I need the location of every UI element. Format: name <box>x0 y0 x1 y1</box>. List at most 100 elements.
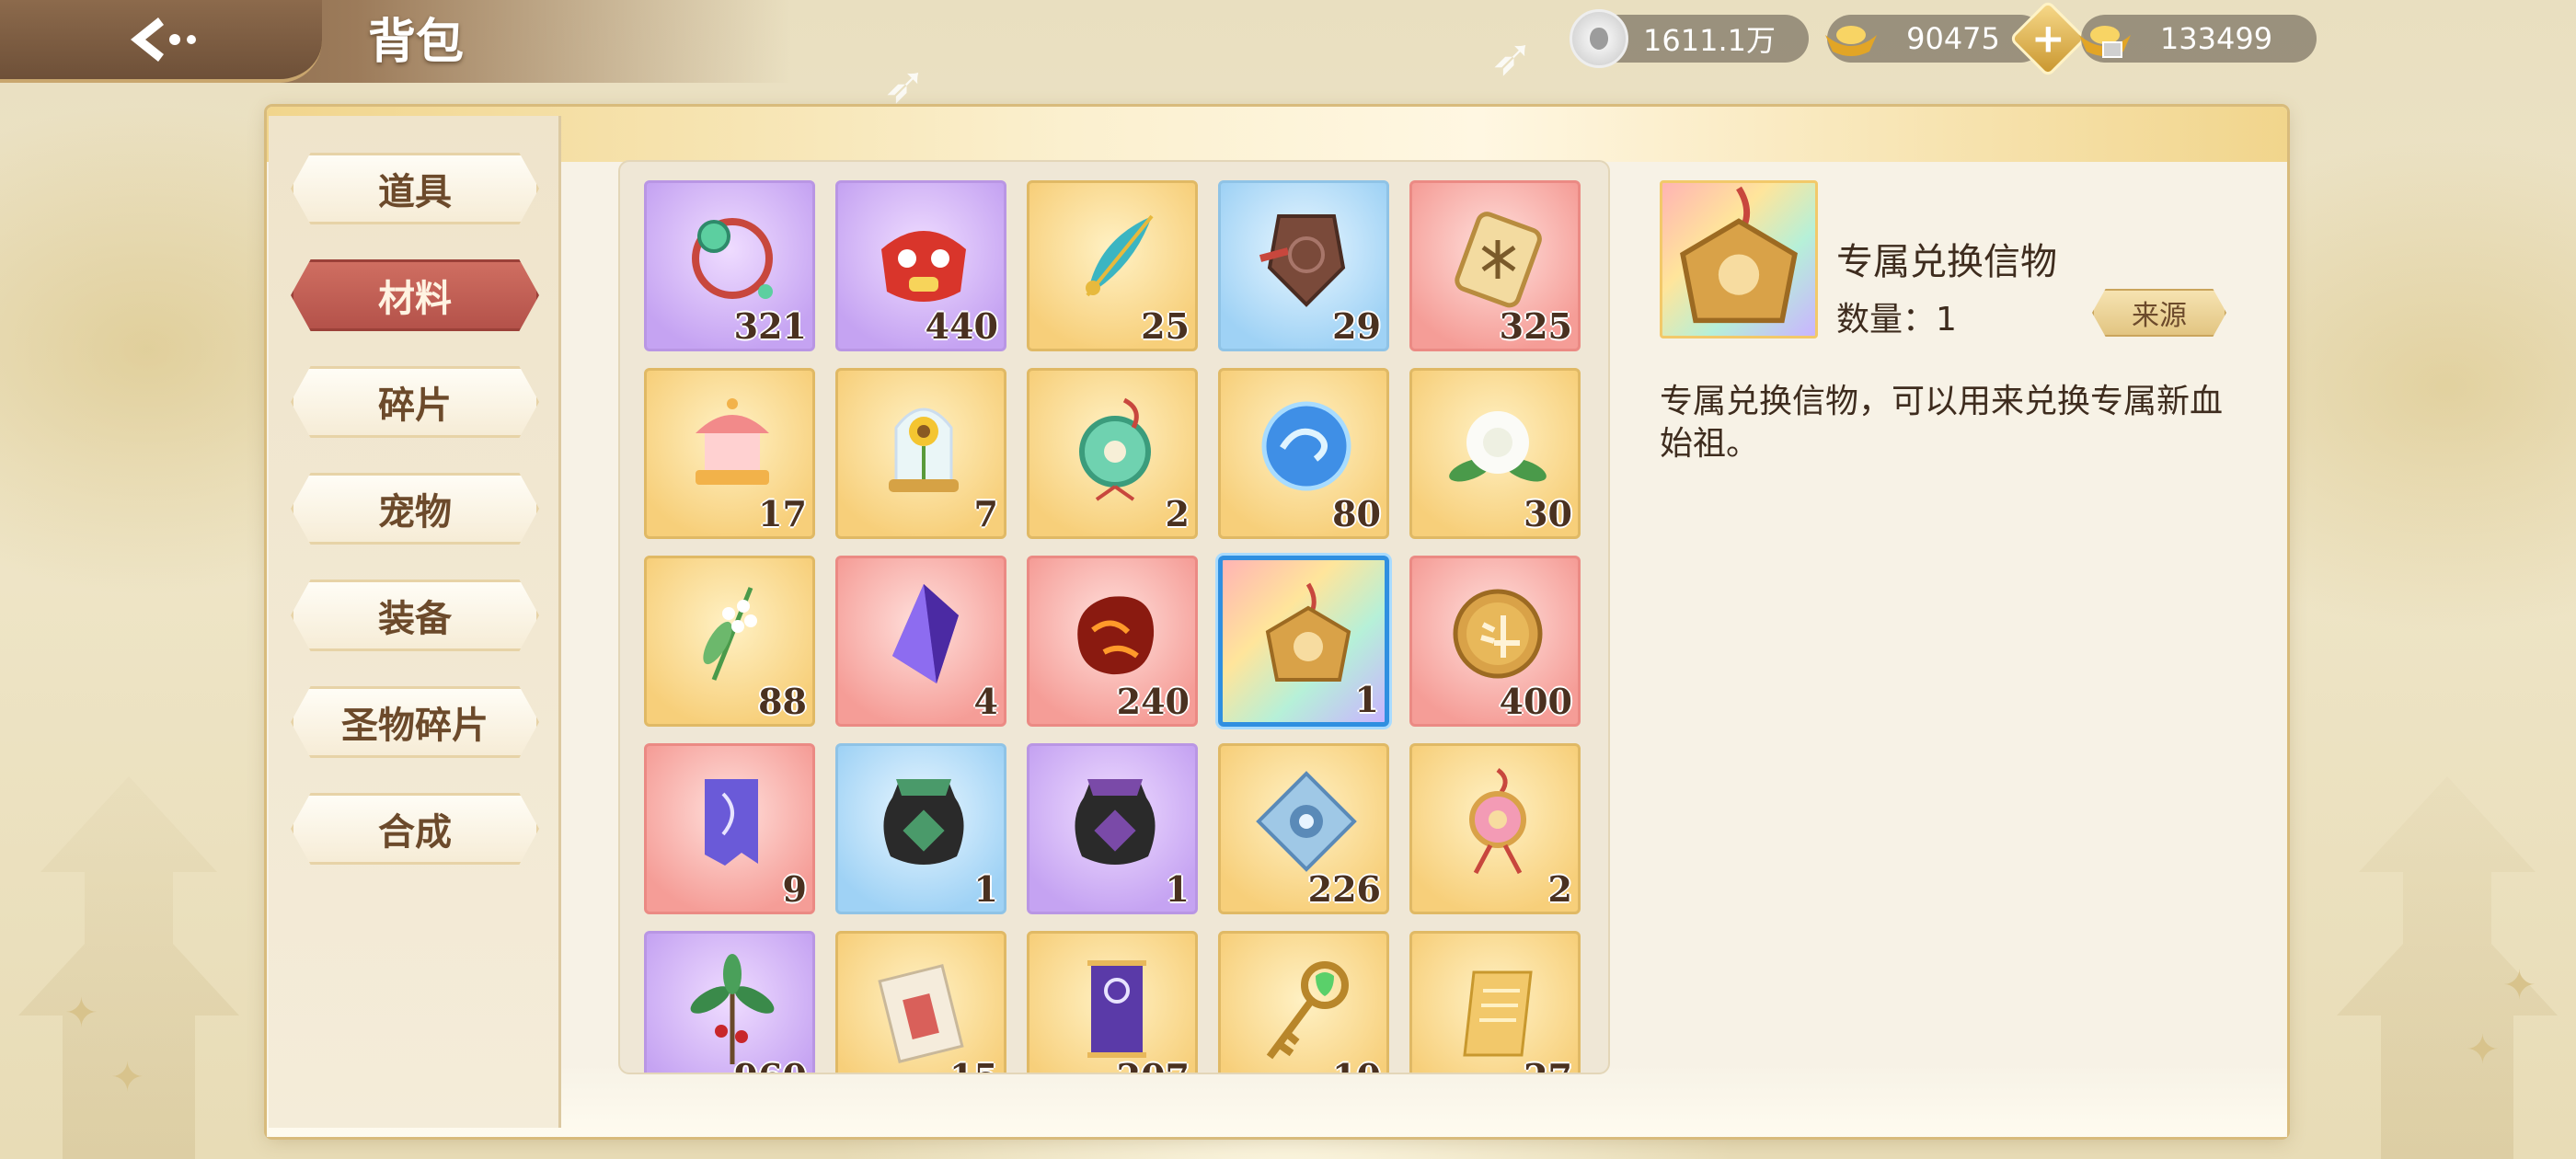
tab-fragments[interactable]: 碎片 <box>291 366 539 438</box>
sparkle-icon: ✦ <box>2466 1027 2500 1073</box>
item-count: 325 <box>1499 305 1572 347</box>
item-count: 321 <box>733 305 807 347</box>
item-count: 2 <box>1165 493 1190 534</box>
sunflower-dome-icon <box>889 407 959 492</box>
source-button[interactable]: 来源 <box>2092 289 2226 337</box>
item-slot[interactable]: 88 <box>644 556 815 727</box>
item-count: 15 <box>949 1056 998 1073</box>
item-count: 4 <box>973 681 998 722</box>
item-slot[interactable]: 4 <box>835 556 1006 727</box>
item-slot[interactable]: 15 <box>835 931 1006 1073</box>
sparkle-icon: ✦ <box>2502 962 2536 1009</box>
item-slot[interactable]: 207 <box>1027 931 1198 1073</box>
item-count: 80 <box>1332 493 1381 534</box>
item-count: 207 <box>1117 1056 1190 1073</box>
currency-silver[interactable]: 1611.1万 <box>1570 9 1809 68</box>
item-count: 7 <box>973 493 998 534</box>
tab-equipment[interactable]: 装备 <box>291 580 539 651</box>
item-slot[interactable]: 2 <box>1027 368 1198 539</box>
tab-pets[interactable]: 宠物 <box>291 473 539 545</box>
item-count: 17 <box>758 493 807 534</box>
currency-bound-gold-value: 133499 <box>2159 21 2273 56</box>
item-slot[interactable]: 30 <box>1409 368 1581 539</box>
item-slot-selected[interactable]: 1 <box>1218 556 1389 727</box>
category-sidebar: 道具 材料 碎片 宠物 装备 圣物碎片 合成 <box>269 116 561 1128</box>
selected-item-description: 专属兑换信物，可以用来兑换专属新血始祖。 <box>1660 383 2224 463</box>
item-slot[interactable]: 9 <box>644 743 815 914</box>
lava-stone-icon <box>1077 596 1155 675</box>
berry-branch-icon <box>690 954 775 1064</box>
bound-ingot-icon <box>2076 9 2134 68</box>
item-slot[interactable]: 440 <box>835 180 1006 351</box>
purple-scroll-icon <box>1087 960 1146 1058</box>
lily-of-valley-icon <box>703 587 757 681</box>
pink-charm-icon <box>1469 767 1526 875</box>
item-count: 226 <box>1307 868 1381 910</box>
scroll-banner-icon <box>705 779 758 866</box>
plus-icon: + <box>2030 15 2065 62</box>
item-slot[interactable]: 400 <box>1409 556 1581 727</box>
item-slot[interactable]: 80 <box>1218 368 1389 539</box>
golden-paper-icon <box>1463 970 1533 1057</box>
water-orb-icon <box>1261 401 1351 491</box>
currency-bound-gold[interactable]: 133499 <box>2079 15 2317 63</box>
item-count: 9 <box>782 868 807 910</box>
item-count: 240 <box>1116 681 1190 722</box>
item-count: 440 <box>925 305 998 347</box>
item-slot[interactable]: 325 <box>1409 180 1581 351</box>
purple-crystal-icon <box>892 584 959 683</box>
item-count: 29 <box>1332 305 1381 347</box>
carousel-icon <box>696 398 769 485</box>
item-slot[interactable]: 17 <box>644 368 815 539</box>
golden-key-icon <box>1266 961 1349 1060</box>
item-count: 400 <box>1499 681 1572 722</box>
item-slot[interactable]: 960 <box>644 931 815 1073</box>
item-slot[interactable]: 29 <box>1218 180 1389 351</box>
item-count: 27 <box>1524 1056 1572 1073</box>
selected-item-quantity: 数量：1 <box>1836 301 1957 339</box>
tab-synthesis[interactable]: 合成 <box>291 793 539 865</box>
back-button[interactable] <box>0 0 322 83</box>
item-slot[interactable]: 321 <box>644 180 815 351</box>
frame-header-decoration <box>267 107 2287 162</box>
silver-coin-icon <box>1570 9 1628 68</box>
item-slot[interactable]: 226 <box>1218 743 1389 914</box>
jade-charm-icon <box>1079 397 1151 501</box>
item-count: 30 <box>1524 493 1572 534</box>
item-count: 1 <box>1165 868 1190 910</box>
item-slot[interactable]: 25 <box>1027 180 1198 351</box>
tab-materials[interactable]: 材料 <box>291 259 539 331</box>
dou-coin-icon <box>1453 589 1543 679</box>
tab-relic-fragments[interactable]: 圣物碎片 <box>291 686 539 758</box>
bracelet-icon <box>692 218 773 299</box>
sparkle-icon: ✦ <box>64 990 98 1037</box>
top-bar: 背包 1611.1万 90475 + 133499 <box>0 0 2576 85</box>
selected-item-thumbnail <box>1660 180 1818 339</box>
item-slot[interactable]: 27 <box>1409 931 1581 1073</box>
item-slot[interactable]: 2 <box>1409 743 1581 914</box>
item-count: 25 <box>1141 305 1190 347</box>
item-count: 1 <box>1354 679 1379 720</box>
item-slot[interactable]: 240 <box>1027 556 1198 727</box>
item-slot[interactable]: 10 <box>1218 931 1389 1073</box>
tab-props[interactable]: 道具 <box>291 153 539 224</box>
item-slot[interactable]: 7 <box>835 368 1006 539</box>
white-flower-icon <box>1449 411 1547 482</box>
seal-plaque-icon <box>1455 212 1542 308</box>
selected-item-name: 专属兑换信物 <box>1836 241 2057 283</box>
tiger-mask-icon <box>881 231 966 302</box>
blue-tile-icon <box>1256 771 1357 872</box>
item-count: 10 <box>1332 1056 1381 1073</box>
frame-footer-decoration <box>267 1063 2287 1137</box>
item-slot[interactable]: 1 <box>835 743 1006 914</box>
currency-silver-value: 1611.1万 <box>1643 23 1776 58</box>
green-wine-jar-icon <box>883 779 964 865</box>
dark-token-icon <box>1259 214 1346 307</box>
item-slot[interactable]: 1 <box>1027 743 1198 914</box>
letter-icon <box>878 964 964 1063</box>
feather-icon <box>1086 214 1154 297</box>
purple-wine-jar-icon <box>1075 779 1156 865</box>
page-title: 背包 <box>368 14 465 70</box>
gold-ingot-icon <box>1822 9 1880 68</box>
back-arrow-icon <box>131 17 196 62</box>
